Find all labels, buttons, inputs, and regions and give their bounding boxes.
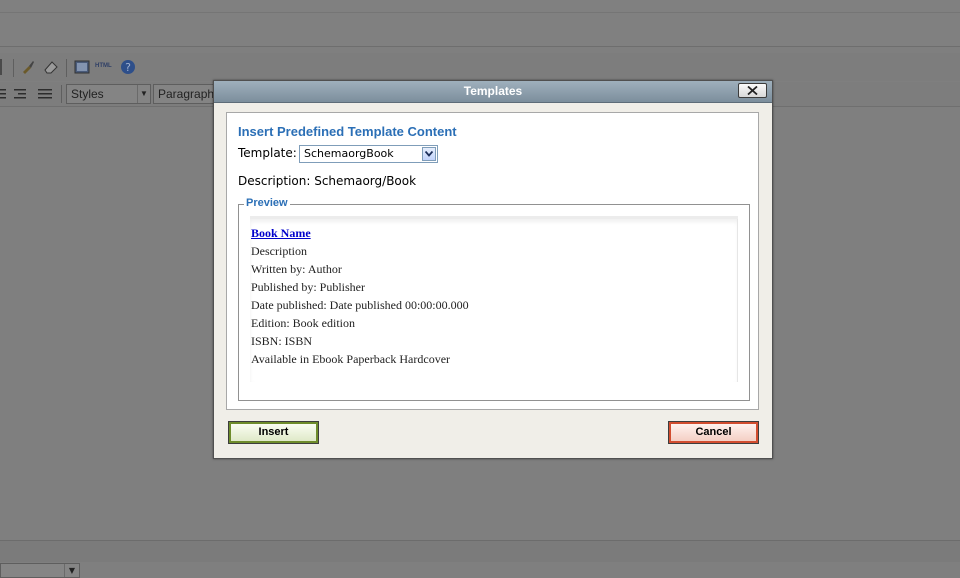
templates-dialog: Templates Insert Predefined Template Con…: [213, 80, 773, 459]
toolbar-separator: [13, 59, 14, 77]
source-code-icon[interactable]: [74, 59, 90, 75]
align-center-icon[interactable]: [0, 86, 10, 102]
toolbar-separator: [66, 59, 67, 77]
dialog-titlebar[interactable]: Templates: [214, 81, 772, 103]
chevron-down-icon: ▼: [137, 85, 150, 103]
preview-fieldset: Preview Book Name Description Written by…: [238, 197, 750, 401]
eraser-icon[interactable]: [43, 59, 59, 75]
cleanup-brush-icon[interactable]: [20, 59, 36, 75]
preview-line: ISBN: ISBN: [251, 334, 313, 348]
help-icon[interactable]: ?: [120, 59, 136, 75]
editor-status-bar: [0, 540, 960, 563]
styles-select[interactable]: Styles ▼: [66, 84, 151, 104]
styles-select-label: Styles: [71, 87, 104, 101]
preview-legend: Preview: [244, 197, 290, 209]
html-icon[interactable]: HTML: [95, 63, 112, 69]
dialog-heading: Insert Predefined Template Content: [238, 124, 457, 139]
header-divider: [0, 12, 960, 13]
preview-line: Published by: Publisher: [251, 280, 366, 294]
preview-line: Available in Ebook Paperback Hardcover: [251, 352, 451, 366]
align-justify-icon[interactable]: [37, 86, 53, 102]
description: Description: Schemaorg/Book: [238, 174, 416, 188]
toolbar-separator: [61, 85, 62, 103]
description-value: Schemaorg/Book: [314, 174, 417, 188]
preview-line: Written by: Author: [251, 262, 342, 276]
description-label: Description:: [238, 174, 311, 188]
editor-footer: [0, 562, 960, 578]
editor-header: [0, 0, 960, 47]
align-right-icon[interactable]: [12, 86, 28, 102]
preview-frame[interactable]: Book Name Description Written by: Author…: [250, 216, 738, 382]
chevron-down-icon[interactable]: [422, 147, 436, 161]
svg-text:?: ?: [125, 61, 131, 74]
table-icon[interactable]: [0, 59, 2, 75]
template-label: Template:: [238, 146, 297, 160]
preview-line: Date published: Date published 00:00:00.…: [251, 298, 469, 312]
preview-line: Description: [251, 244, 307, 258]
close-button[interactable]: [738, 83, 767, 98]
preview-scroll-edge: [737, 219, 738, 382]
preview-line: Edition: Book edition: [251, 316, 355, 330]
footer-select[interactable]: ▼: [0, 563, 80, 578]
close-icon: [747, 86, 758, 95]
chevron-down-icon: ▼: [64, 564, 79, 577]
preview-book-name-link[interactable]: Book Name: [251, 226, 311, 241]
dialog-title: Templates: [463, 84, 523, 98]
dialog-panel: Insert Predefined Template Content Templ…: [226, 112, 759, 410]
template-select[interactable]: SchemaorgBook: [299, 145, 438, 163]
template-select-value: SchemaorgBook: [304, 147, 394, 160]
cancel-button[interactable]: Cancel: [668, 421, 759, 444]
insert-button[interactable]: Insert: [228, 421, 319, 444]
editor-toolbar-row-1: HTML ?: [0, 53, 960, 81]
format-select-label: Paragraph: [158, 87, 215, 101]
